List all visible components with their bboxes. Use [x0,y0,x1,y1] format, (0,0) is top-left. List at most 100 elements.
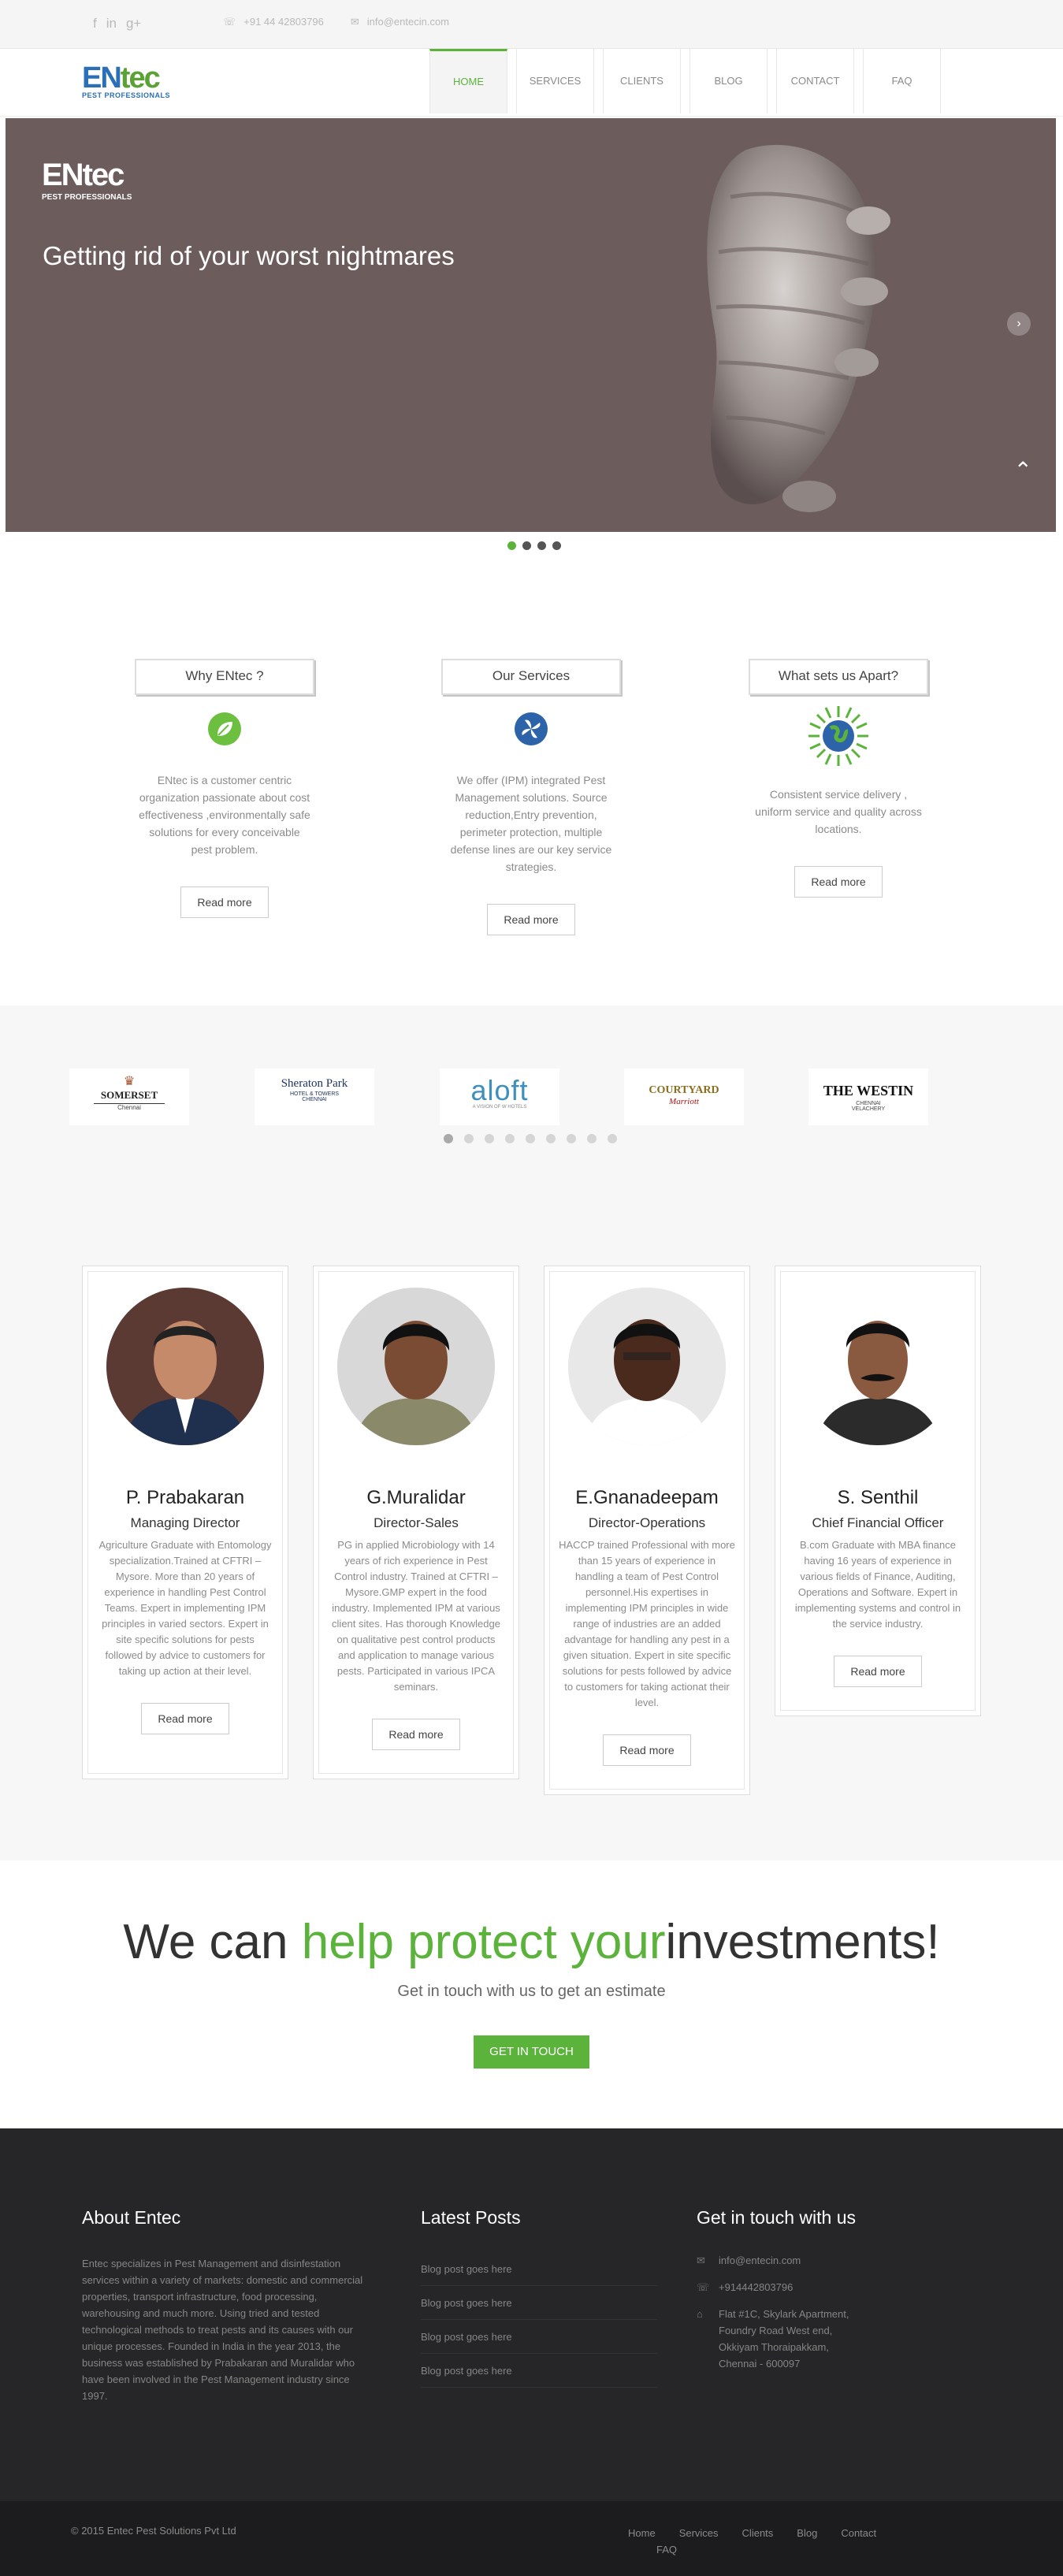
read-more-button[interactable]: Read more [794,866,883,898]
address-line: Foundry Road West end, [719,2325,833,2336]
clients-dot[interactable] [587,1134,597,1143]
clients-pagination [444,1134,617,1143]
footer-post-link[interactable]: Blog post goes here [421,2286,657,2320]
leaf-icon [208,712,241,745]
footer-nav-clients[interactable]: Clients [742,2525,774,2541]
read-more-button[interactable]: Read more [834,1656,922,1687]
clients-dot[interactable] [485,1134,494,1143]
clients-dot[interactable] [526,1134,535,1143]
top-bar: f in g+ ☏ +91 44 42803796 ✉ info@entecin.c… [0,0,1063,49]
team-role: Chief Financial Officer [812,1515,944,1530]
team-role: Director-Sales [374,1515,459,1530]
client-name: THE WESTIN [823,1083,914,1098]
team-bio: Agriculture Graduate with Entomology spe… [98,1539,272,1677]
nav-contact[interactable]: CONTACT [776,49,854,113]
footer-email[interactable]: ✉ info@entecin.com [697,2252,856,2269]
footer-nav-blog[interactable]: Blog [797,2525,817,2541]
client-name: Sheraton Park [281,1077,348,1090]
scroll-to-top-icon[interactable]: ⌃ [1014,457,1032,483]
read-more-button[interactable]: Read more [180,887,269,918]
nav-clients[interactable]: CLIENTS [603,49,681,113]
footer-touch-title: Get in touch with us [697,2207,856,2228]
read-more-button[interactable]: Read more [141,1703,229,1734]
clients-dot[interactable] [444,1134,453,1143]
team-role: Director-Operations [588,1515,706,1530]
footer-phone: ☏ +914442803796 [697,2279,856,2295]
clients-dot[interactable] [505,1134,515,1143]
cta-headline-a: We can [123,1915,302,1969]
client-logo-sheraton[interactable]: Sheraton Park HOTEL & TOWERS CHENNAI [255,1069,374,1125]
read-more-button[interactable]: Read more [603,1734,691,1766]
avatar [106,1288,264,1445]
team-bio: PG in applied Microbiology with 14 years… [332,1539,500,1693]
clients-dot[interactable] [608,1134,617,1143]
client-logo-aloft[interactable]: aloft A VISION OF W HOTELS [440,1069,559,1125]
team-name: G.Muralidar [366,1487,466,1508]
team-name: P. Prabakaran [125,1487,245,1508]
footer-post-link[interactable]: Blog post goes here [421,2252,657,2286]
footer-post-link[interactable]: Blog post goes here [421,2354,657,2388]
clients-team-section: ♛ SOMERSET Chennai Sheraton Park HOTEL &… [0,1005,1063,1860]
tardigrade-image [707,144,890,512]
slider-next-arrow-icon[interactable]: › [1007,312,1031,336]
slider-dot[interactable] [507,541,516,550]
client-name: SOMERSET [100,1089,158,1101]
top-email-text[interactable]: info@entecin.com [367,16,449,28]
clients-dot[interactable] [464,1134,474,1143]
footer-about-text: Entec specializes in Pest Management and… [82,2258,363,2402]
client-logo-courtyard[interactable]: COURTYARD Marriott [624,1069,744,1125]
feature-why-entec: Why ENtec ? ENtec is a customer centric … [134,659,315,918]
address-line: Chennai - 600097 [719,2358,801,2370]
client-sub: A VISION OF W HOTELS [472,1105,527,1110]
client-logo-somerset[interactable]: ♛ SOMERSET Chennai [69,1069,189,1125]
cta-subtext: Get in touch with us to get an estimate [397,1983,666,2000]
social-links: f in g+ [93,16,141,32]
main-nav: HOME SERVICES CLIENTS BLOG CONTACT FAQ [429,49,950,113]
footer-nav-contact[interactable]: Contact [841,2525,876,2541]
read-more-button[interactable]: Read more [487,904,575,935]
nav-home[interactable]: HOME [429,49,507,113]
client-sub: Chennai [94,1103,165,1111]
team-name: E.Gnanadeepam [575,1487,719,1508]
address-line: Flat #1C, Skylark Apartment, [719,2308,849,2320]
footer-nav-services[interactable]: Services [679,2525,719,2541]
site-logo[interactable]: ENtec PEST PROFESSIONALS [82,63,170,99]
slider-dot[interactable] [552,541,561,550]
client-name: COURTYARD [649,1084,719,1096]
footer-nav-home[interactable]: Home [628,2525,656,2541]
home-icon: ⌂ [697,2308,703,2320]
team-bio: B.com Graduate with MBA finance having 1… [794,1539,961,1630]
nav-faq[interactable]: FAQ [863,49,941,113]
feature-what-sets-us-apart: What sets us Apart? Consistent service d… [748,659,929,898]
google-plus-icon[interactable]: g+ [126,16,141,32]
read-more-button[interactable]: Read more [372,1719,460,1750]
facebook-icon[interactable]: f [93,16,97,32]
linkedin-icon[interactable]: in [106,16,117,32]
nav-services[interactable]: SERVICES [516,49,594,113]
footer-latest-posts: Latest Posts Blog post goes here Blog po… [421,2207,657,2388]
footer-nav-faq[interactable]: FAQ [656,2541,677,2558]
get-in-touch-button[interactable]: GET IN TOUCH [474,2035,589,2069]
footer-post-link[interactable]: Blog post goes here [421,2320,657,2354]
slider-dot[interactable] [537,541,546,550]
client-name: aloft [470,1074,529,1106]
client-sub: Marriott [669,1097,699,1106]
top-phone: ☏ +91 44 42803796 [223,16,324,28]
mail-icon: ✉ [350,16,359,28]
clients-dot[interactable] [546,1134,556,1143]
logo-brand-a: EN [82,61,122,95]
mail-icon: ✉ [697,2254,705,2266]
top-phone-text: +91 44 42803796 [243,16,324,28]
feature-our-services: Our Services We offer (IPM) integrated P… [440,659,622,935]
clients-dot[interactable] [567,1134,576,1143]
feature-title: Why ENtec ? [135,659,314,695]
footer-nav: Home Services Clients Blog Contact FAQ [628,2525,927,2558]
team-card-muralidar: G.Muralidar Director-Sales PG in applied… [313,1266,519,1779]
slider-headline: Getting rid of your worst nightmares [43,241,455,270]
site-header: ENtec PEST PROFESSIONALS HOME SERVICES C… [0,49,1063,117]
top-email[interactable]: ✉ info@entecin.com [351,16,449,28]
client-logo-westin[interactable]: THE WESTIN CHENNAI VELACHERY [808,1069,928,1125]
footer-email-text[interactable]: info@entecin.com [719,2252,801,2269]
nav-blog[interactable]: BLOG [689,49,768,113]
slider-dot[interactable] [522,541,531,550]
